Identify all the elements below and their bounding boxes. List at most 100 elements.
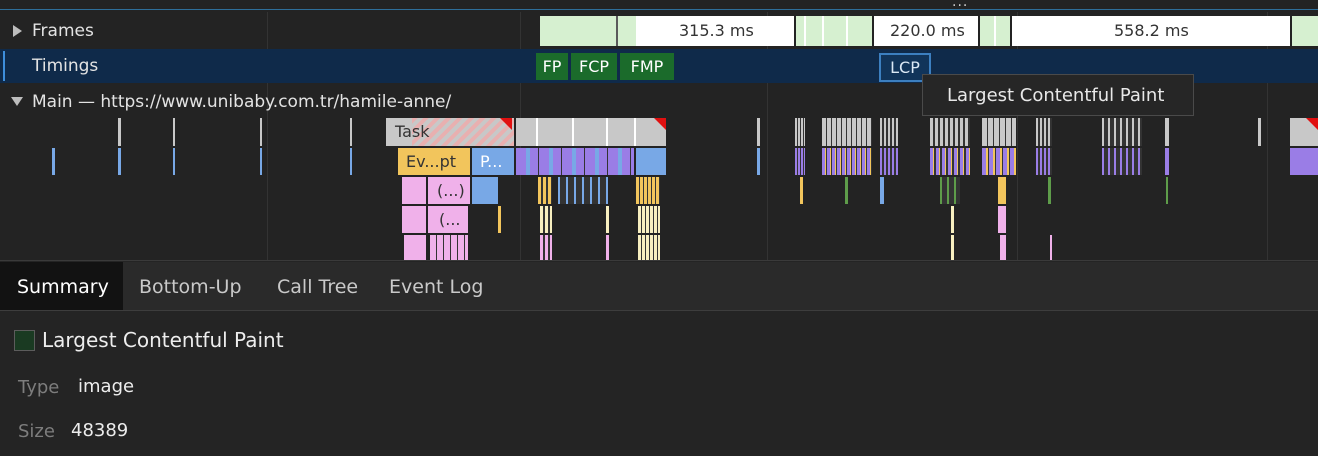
type-label: Type (18, 377, 60, 398)
task-tick[interactable] (1165, 118, 1169, 146)
script-tick[interactable] (1050, 235, 1052, 260)
script-tick[interactable] (757, 148, 760, 175)
timing-marker-fmp[interactable]: FMP (620, 53, 674, 80)
layout-cluster[interactable] (1036, 148, 1052, 175)
task-tick[interactable] (1258, 118, 1261, 146)
task-cluster[interactable] (1036, 118, 1052, 146)
collapse-main-icon[interactable] (11, 97, 23, 106)
compile-tick[interactable] (606, 206, 609, 233)
timings-track-label[interactable]: Timings (32, 56, 98, 76)
tab-summary[interactable]: Summary (0, 262, 123, 310)
layout-tick[interactable] (1165, 148, 1169, 175)
script-tick[interactable] (350, 148, 352, 175)
tab-event-log[interactable]: Event Log (389, 262, 483, 310)
frame-duration: 220.0 ms (890, 21, 965, 40)
long-task-flag-icon (1306, 118, 1318, 130)
tab-bottom-up[interactable]: Bottom-Up (139, 262, 242, 310)
script-tick[interactable] (606, 235, 609, 260)
event-label: Ev...pt (406, 152, 457, 171)
size-value: 48389 (71, 420, 129, 441)
layout-cluster[interactable] (982, 148, 1016, 175)
task-cluster[interactable] (1102, 118, 1142, 146)
task-bar[interactable] (516, 118, 666, 146)
script-cluster[interactable] (430, 235, 468, 260)
task-divider (606, 118, 608, 146)
script-tick[interactable] (118, 148, 121, 175)
gc-cluster[interactable] (940, 177, 960, 204)
frame-duration: 558.2 ms (1114, 21, 1189, 40)
frame-duration: 315.3 ms (679, 21, 754, 40)
task-cluster[interactable] (982, 118, 1016, 146)
compile-cluster[interactable] (540, 206, 552, 233)
parse-label: P... (480, 152, 503, 171)
gc-tick[interactable] (1048, 177, 1051, 204)
task-cluster[interactable] (795, 118, 805, 146)
script-bar[interactable] (998, 206, 1006, 233)
event-tick[interactable] (800, 177, 803, 204)
parse-cluster[interactable] (558, 177, 608, 204)
parse-tick[interactable] (880, 177, 884, 204)
frame[interactable] (796, 16, 872, 46)
size-label: Size (18, 421, 55, 442)
layout-bar[interactable] (1290, 148, 1318, 175)
summary-title: Largest Contentful Paint (42, 328, 284, 352)
long-task-flag-icon (654, 118, 666, 130)
frame-tick (616, 16, 618, 46)
frame-divider (994, 16, 996, 46)
task-tick[interactable] (260, 118, 262, 146)
parse-bar[interactable] (636, 148, 666, 175)
tab-call-tree[interactable]: Call Tree (277, 262, 358, 310)
compile-cluster[interactable] (638, 235, 660, 260)
gc-tick[interactable] (845, 177, 848, 204)
compile-tick[interactable] (951, 235, 954, 260)
performance-timeline[interactable]: ... Frames 315.3 ms 220.0 ms 558.2 ms Ti… (0, 0, 1318, 260)
task-cluster[interactable] (822, 118, 872, 146)
timing-marker-fp[interactable]: FP (536, 53, 568, 80)
event-tick[interactable] (498, 206, 501, 233)
event-cluster[interactable] (538, 177, 552, 204)
task-cluster[interactable] (930, 118, 970, 146)
details-tabs: Summary Bottom-Up Call Tree Event Log (0, 262, 1318, 311)
compile-cluster[interactable] (638, 206, 660, 233)
task-divider (572, 118, 574, 146)
task-tick[interactable] (173, 118, 175, 146)
task-tick[interactable] (757, 118, 760, 146)
script-label: (...) (437, 181, 465, 200)
script-tick[interactable] (260, 148, 262, 175)
frames-track[interactable]: 315.3 ms 220.0 ms 558.2 ms (538, 16, 1318, 46)
more-icon[interactable]: ... (952, 0, 968, 10)
event-color-swatch (14, 330, 35, 351)
frame-divider (846, 16, 848, 46)
gc-tick[interactable] (1166, 177, 1168, 204)
frames-track-label[interactable]: Frames (32, 21, 94, 41)
script-tick[interactable] (173, 148, 175, 175)
script-bar[interactable] (404, 235, 426, 260)
script-tick[interactable] (52, 148, 55, 175)
task-tick[interactable] (350, 118, 352, 146)
selection-edge (3, 51, 5, 81)
lcp-tooltip: Largest Contentful Paint (922, 74, 1194, 116)
timing-marker-fcp[interactable]: FCP (571, 53, 617, 80)
main-track-label[interactable]: Main — https://www.unibaby.com.tr/hamile… (32, 92, 451, 112)
task-tick[interactable] (118, 118, 121, 146)
script-bar[interactable] (1000, 235, 1006, 260)
layout-cluster[interactable] (880, 148, 898, 175)
compile-tick[interactable] (951, 206, 954, 233)
script-bar[interactable] (402, 206, 426, 233)
task-divider (634, 118, 636, 146)
event-cluster[interactable] (636, 177, 660, 204)
expand-frames-icon[interactable] (13, 25, 22, 37)
frame[interactable] (540, 16, 636, 46)
layout-cluster[interactable] (1102, 148, 1142, 175)
script-cluster[interactable] (540, 235, 552, 260)
layout-cluster[interactable] (795, 148, 805, 175)
layout-cluster[interactable] (516, 148, 634, 175)
frame[interactable] (1292, 16, 1318, 46)
task-cluster[interactable] (880, 118, 898, 146)
layout-cluster[interactable] (930, 148, 970, 175)
event-bar[interactable] (998, 177, 1006, 204)
parse-bar[interactable] (472, 177, 498, 204)
layout-cluster[interactable] (822, 148, 872, 175)
script-label: (... (439, 210, 461, 229)
script-bar[interactable] (402, 177, 426, 204)
